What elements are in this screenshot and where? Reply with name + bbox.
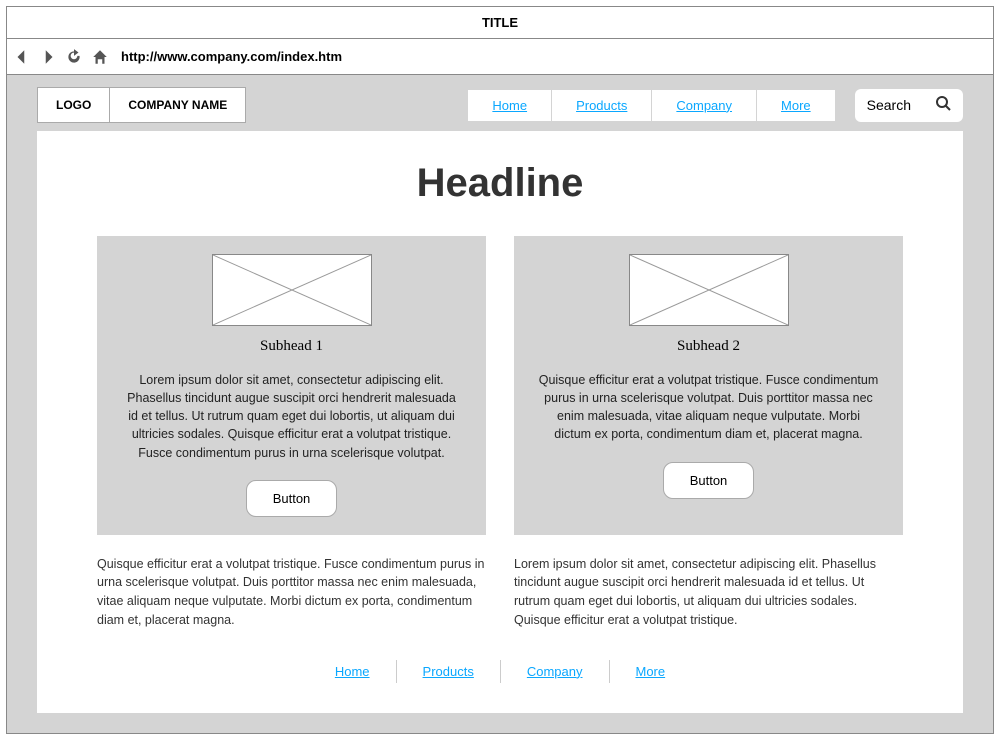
card-2: Subhead 2 Quisque efficitur erat a volut… — [514, 236, 903, 535]
card-2-button[interactable]: Button — [663, 462, 755, 499]
forward-icon[interactable] — [39, 48, 57, 66]
card-1-body: Lorem ipsum dolor sit amet, consectetur … — [115, 371, 468, 462]
footer-nav-more[interactable]: More — [610, 660, 692, 683]
url-input[interactable] — [117, 43, 987, 70]
search-icon[interactable] — [935, 95, 951, 116]
search-placeholder: Search — [867, 97, 911, 113]
window-title: TITLE — [7, 7, 993, 39]
page-headline: Headline — [97, 161, 903, 206]
back-icon[interactable] — [13, 48, 31, 66]
search-box[interactable]: Search — [855, 89, 963, 122]
nav-company[interactable]: Company — [652, 90, 757, 121]
card-1: Subhead 1 Lorem ipsum dolor sit amet, co… — [97, 236, 486, 535]
refresh-icon[interactable] — [65, 48, 83, 66]
logo[interactable]: LOGO — [37, 87, 110, 123]
card-1-button[interactable]: Button — [246, 480, 338, 517]
nav-products[interactable]: Products — [552, 90, 652, 121]
card-2-subhead: Subhead 2 — [532, 338, 885, 355]
nav-home[interactable]: Home — [468, 90, 552, 121]
nav-more[interactable]: More — [757, 90, 835, 121]
browser-toolbar — [7, 39, 993, 75]
company-name: COMPANY NAME — [110, 87, 246, 123]
footer-nav: Home Products Company More — [97, 660, 903, 683]
footer-nav-home[interactable]: Home — [309, 660, 397, 683]
text-column-2: Lorem ipsum dolor sit amet, consectetur … — [514, 555, 903, 630]
home-icon[interactable] — [91, 48, 109, 66]
image-placeholder-icon — [629, 254, 789, 326]
footer-nav-company[interactable]: Company — [501, 660, 610, 683]
footer-nav-products[interactable]: Products — [397, 660, 501, 683]
text-column-1: Quisque efficitur erat a volutpat tristi… — [97, 555, 486, 630]
image-placeholder-icon — [212, 254, 372, 326]
card-2-body: Quisque efficitur erat a volutpat tristi… — [532, 371, 885, 444]
top-nav: Home Products Company More — [468, 90, 834, 121]
card-1-subhead: Subhead 1 — [115, 338, 468, 355]
